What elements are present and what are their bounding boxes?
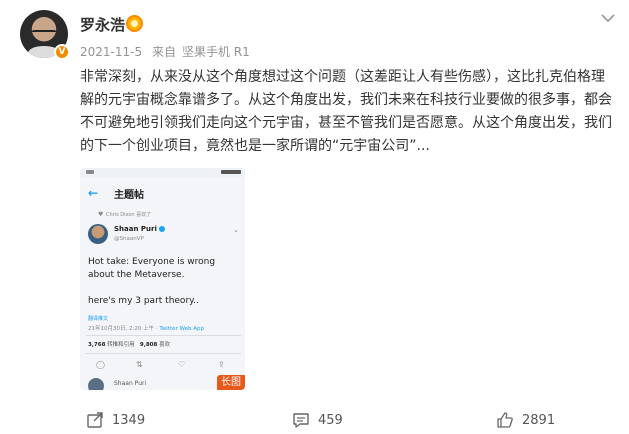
thumbs-up-icon [497, 412, 513, 428]
verified-badge-icon: V [54, 44, 70, 60]
tweet-source: Twitter Web App [159, 326, 205, 332]
chevron-down-icon: ⌄ [233, 226, 239, 234]
comment-icon [293, 413, 309, 428]
repost-icon [87, 412, 103, 428]
signal-icon [86, 170, 94, 174]
translate-tweet: 翻译推文 [88, 316, 109, 322]
phone-status-bar [80, 168, 245, 177]
retweets-label: 转推和引用 [107, 342, 135, 348]
member-level-icon[interactable] [126, 15, 143, 32]
post-source: 坚果手机 R1 [181, 45, 250, 59]
repost-button[interactable]: 1349 [86, 411, 145, 429]
tweet-action-bar: ◯ ⇅ ♡ ⇪ [80, 360, 245, 372]
comment-count: 459 [318, 412, 343, 428]
tweet-handle: @ShaanVP [114, 236, 144, 242]
like-icon: ♡ [178, 360, 186, 369]
post-action-bar: 1349 459 2891 [0, 408, 629, 434]
repost-count: 1349 [112, 412, 146, 428]
tweet-author-name: Shaan Puri [114, 225, 157, 233]
divider [86, 335, 241, 336]
retweet-icon: ⇅ [136, 360, 143, 369]
tweet-author-avatar [88, 224, 108, 244]
next-tweet-author: Shaan Puri [114, 380, 147, 387]
tweet-text-second: here's my 3 part theory.. [88, 296, 199, 306]
likes-count: 9,808 [139, 342, 158, 348]
liked-by-text: Chris Dixon 喜欢了 [106, 212, 152, 218]
post-text: 非常深刻，从来没从这个角度想过这个问题（这差距让人有些伤感），这比扎克伯格理解的… [80, 69, 612, 154]
heart-icon: ♥ [98, 211, 104, 218]
battery-icon [221, 170, 241, 174]
tweet-text: Hot take: Everyone is wrong about the Me… [88, 257, 216, 280]
post-date[interactable]: 2021-11-5 [80, 45, 142, 59]
thread-title: 主题帖 [114, 190, 144, 201]
like-button[interactable]: 2891 [496, 411, 555, 429]
share-icon: ⇪ [218, 360, 225, 369]
chevron-down-icon[interactable] [600, 12, 616, 24]
weibo-post: V 罗永浩 2021-11-5 来自 坚果手机 R1 非常深刻，从来没从这个角度想… [0, 0, 629, 434]
comment-button[interactable]: 459 [292, 411, 343, 429]
long-image-tag: 长图 [217, 375, 245, 390]
like-count: 2891 [522, 412, 556, 428]
reply-icon: ◯ [96, 360, 105, 369]
source-prefix: 来自 [151, 45, 176, 59]
retweets-count: 3,768 [88, 342, 106, 348]
tweet-date-row: 21年10月30日, 2:20 上午 · Twitter Web App [88, 326, 205, 332]
post-meta: 2021-11-5 来自 坚果手机 R1 [80, 43, 256, 60]
tweet-stats: 3,768 转推和引用 9,808 喜欢 [88, 340, 170, 348]
next-tweet-avatar [88, 378, 104, 390]
verified-check-icon [158, 226, 165, 232]
likes-label: 喜欢 [159, 342, 171, 348]
tweet-date: 21年10月30日, 2:20 上午 [88, 326, 155, 332]
author-name[interactable]: 罗永浩 [80, 14, 125, 35]
avatar-glasses [32, 30, 56, 36]
post-image-screenshot[interactable]: ← 主题帖 ♥ Chris Dixon 喜欢了 Shaan Puri @Shaa… [80, 168, 245, 390]
divider [86, 353, 241, 354]
tweet-author-row: Shaan Puri [114, 225, 165, 233]
back-arrow-icon: ← [88, 186, 99, 200]
